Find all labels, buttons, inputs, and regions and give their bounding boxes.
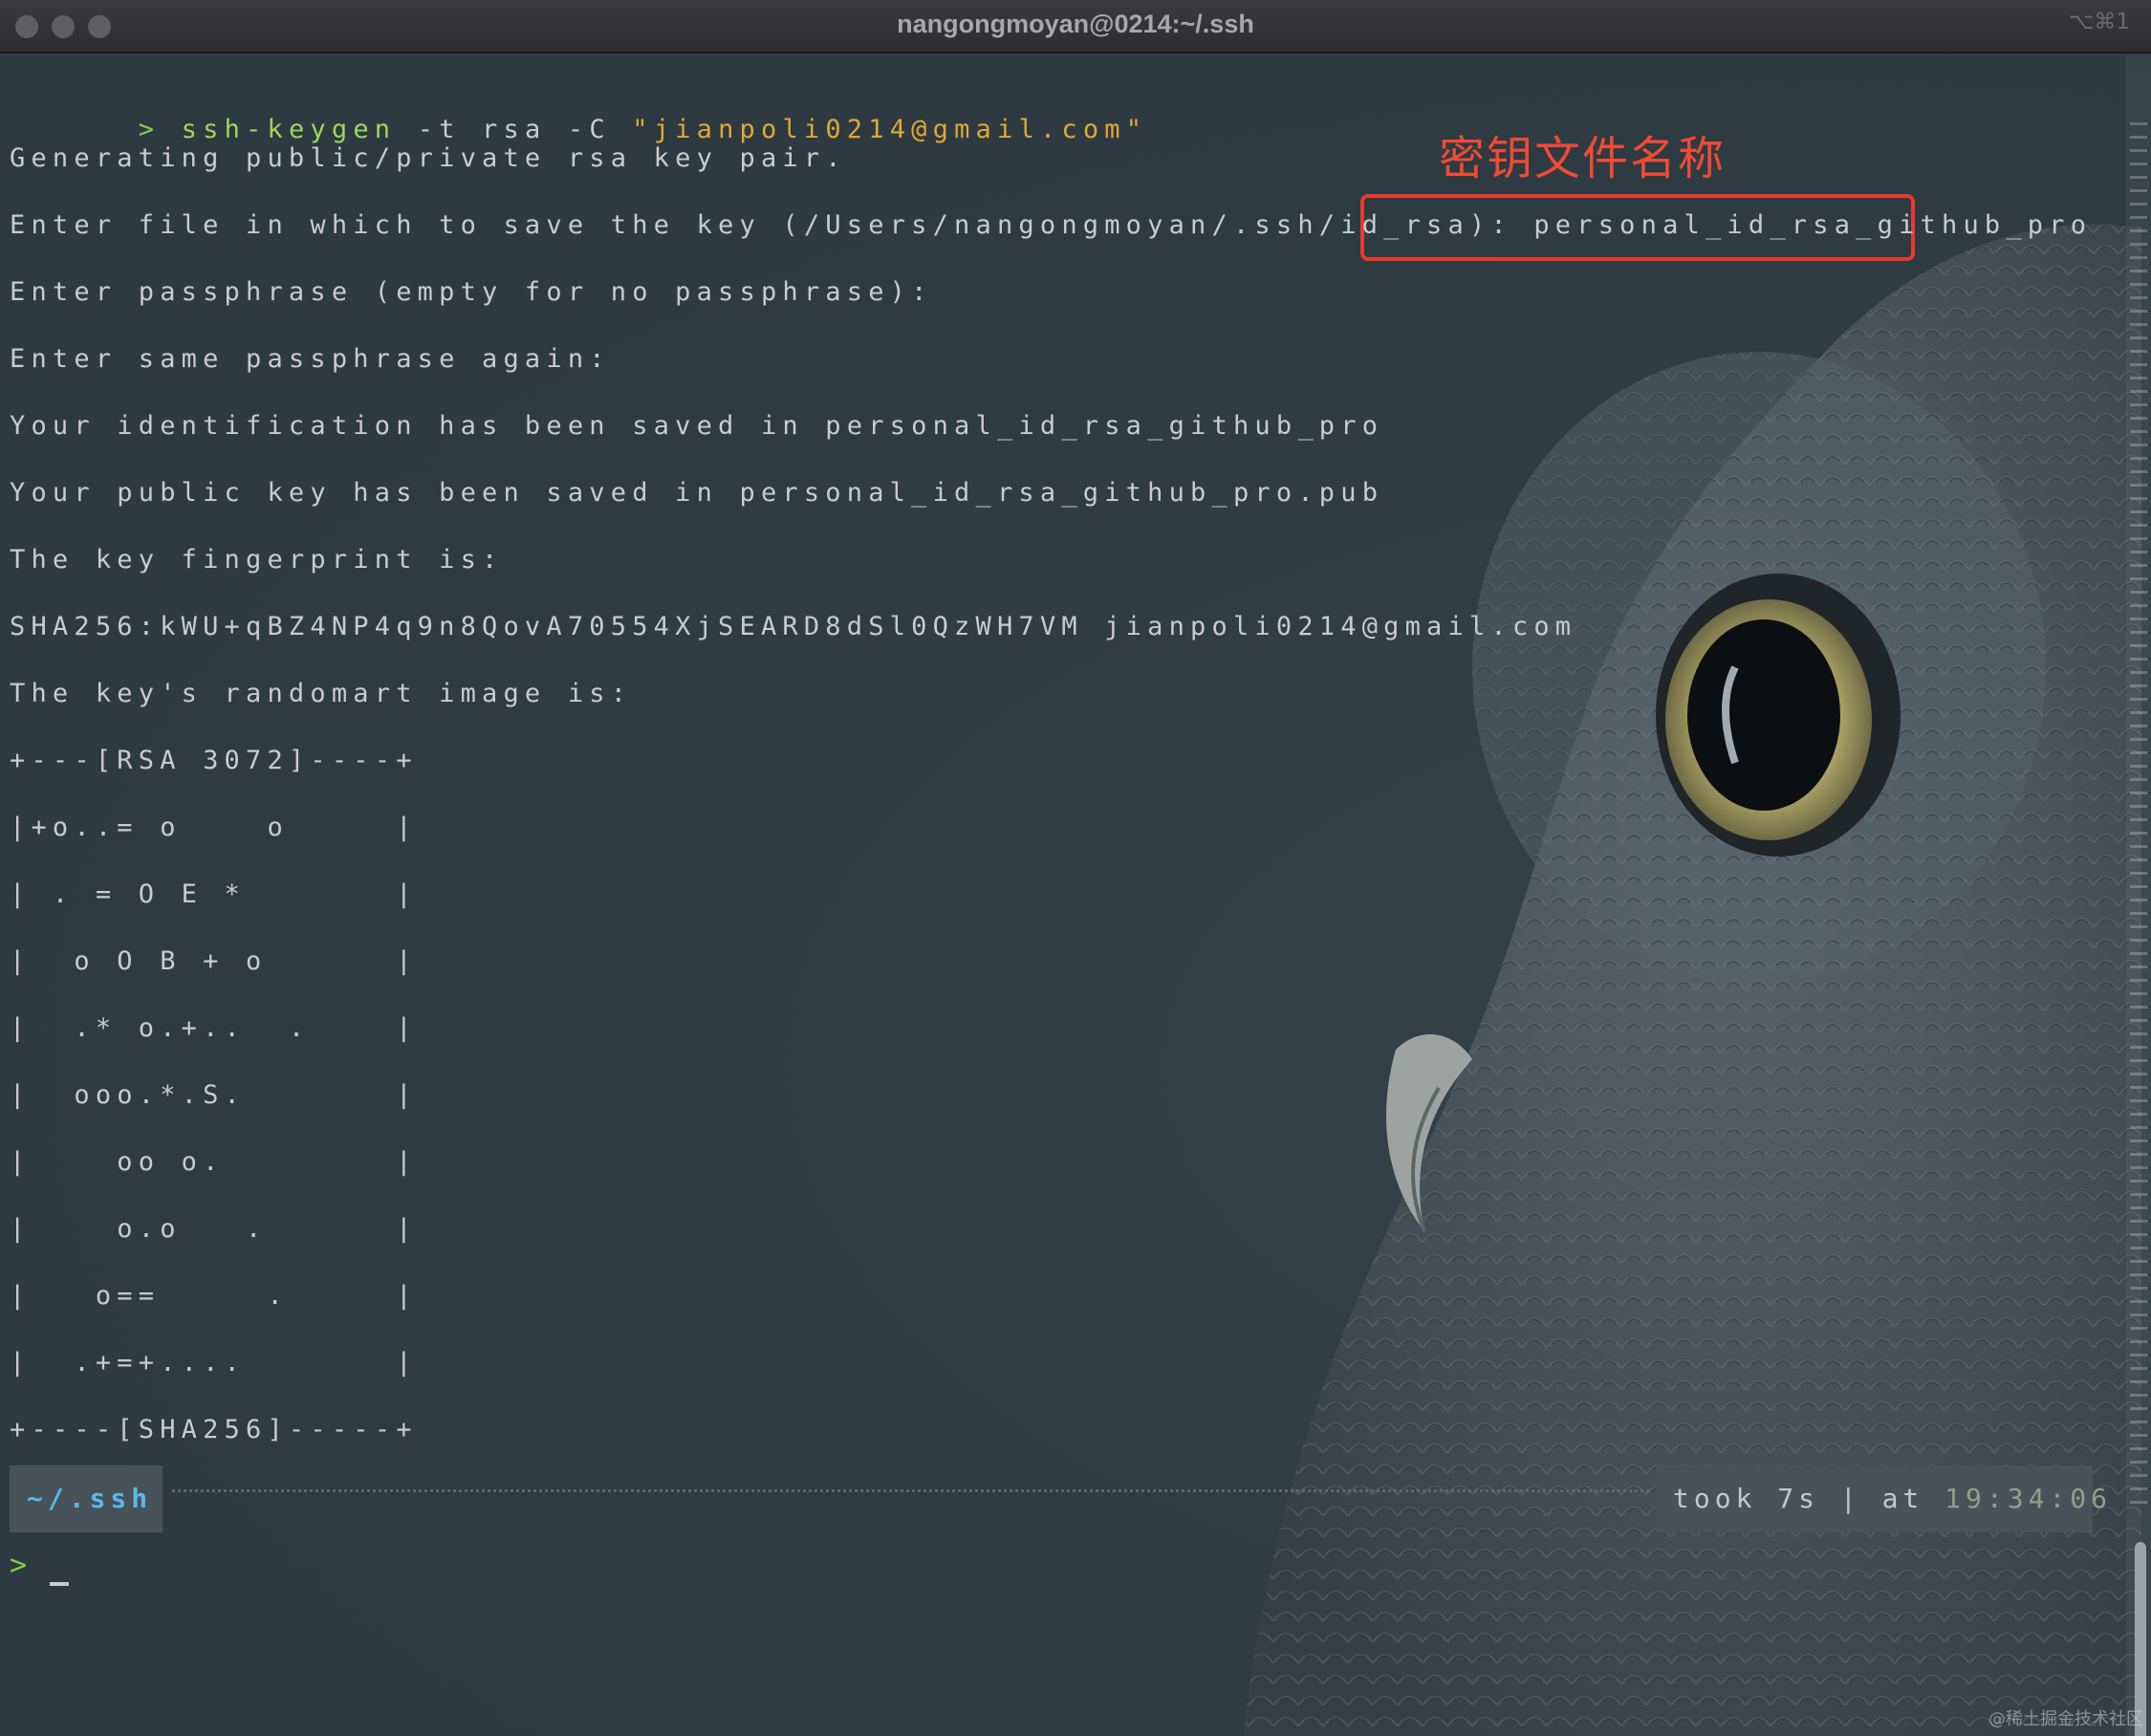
- randomart-line: | .* o.+.. . |: [10, 1013, 418, 1043]
- terminal-content[interactable]: 密钥文件名称 > ssh-keygen -t rsa -C "jianpoli0…: [0, 55, 2151, 1736]
- randomart-line: | oo o. |: [10, 1147, 418, 1177]
- timestamp: 19:34:06: [1945, 1483, 2113, 1514]
- randomart-line: +----[SHA256]-----+: [10, 1415, 418, 1444]
- randomart-line: | .+=+.... |: [10, 1348, 418, 1378]
- prompt-arrow-icon: >: [10, 1549, 28, 1582]
- output-line: Enter passphrase (empty for no passphras…: [10, 277, 933, 307]
- output-line: Your identification has been saved in pe…: [10, 411, 1384, 441]
- randomart-line: | o.o . |: [10, 1214, 418, 1244]
- command-line: > ssh-keygen -t rsa -C "jianpoli0214@gma…: [10, 73, 1147, 144]
- terminal-window: nangongmoyan@0214:~/.ssh ⌥⌘1 密钥文件名称 > ss…: [0, 0, 2151, 1736]
- text-cursor: [50, 1582, 70, 1586]
- input-prompt[interactable]: >: [10, 1547, 70, 1586]
- output-line: Your public key has been saved in person…: [10, 478, 1384, 508]
- randomart-line: | ooo.*.S. |: [10, 1080, 418, 1110]
- output-line: The key fingerprint is:: [10, 545, 504, 575]
- current-directory-badge: ~/.ssh: [10, 1465, 163, 1532]
- status-separator: [172, 1489, 1649, 1493]
- title-bar: nangongmoyan@0214:~/.ssh ⌥⌘1: [0, 0, 2151, 54]
- annotation-label: 密钥文件名称: [1439, 132, 1727, 185]
- duration-label: took 7s | at: [1673, 1483, 1945, 1514]
- randomart-line: | . = O E * |: [10, 879, 418, 909]
- output-line: Enter same passphrase again:: [10, 344, 611, 374]
- window-shortcut: ⌥⌘1: [2068, 10, 2130, 34]
- scrollbar[interactable]: [2126, 55, 2151, 1736]
- scrollbar-marks: [2130, 122, 2147, 1508]
- command-duration-badge: took 7s | at 19:34:06: [1656, 1465, 2107, 1532]
- randomart-line: |+o..= o o |: [10, 813, 418, 842]
- output-line: Generating public/private rsa key pair.: [10, 143, 847, 173]
- window-title: nangongmoyan@0214:~/.ssh: [897, 10, 1254, 38]
- randomart-line: +---[RSA 3072]----+: [10, 746, 418, 775]
- watermark: @稀土掘金技术社区: [1988, 1709, 2143, 1729]
- output-line: Enter file in which to save the key (/Us…: [10, 210, 2093, 240]
- output-line: The key's randomart image is:: [10, 679, 633, 708]
- randomart-line: | o== . |: [10, 1281, 418, 1311]
- output-line: SHA256:kWU+qBZ4NP4q9n8QovA70554XjSEARD8d…: [10, 612, 1577, 641]
- randomart-line: | o O B + o |: [10, 946, 418, 976]
